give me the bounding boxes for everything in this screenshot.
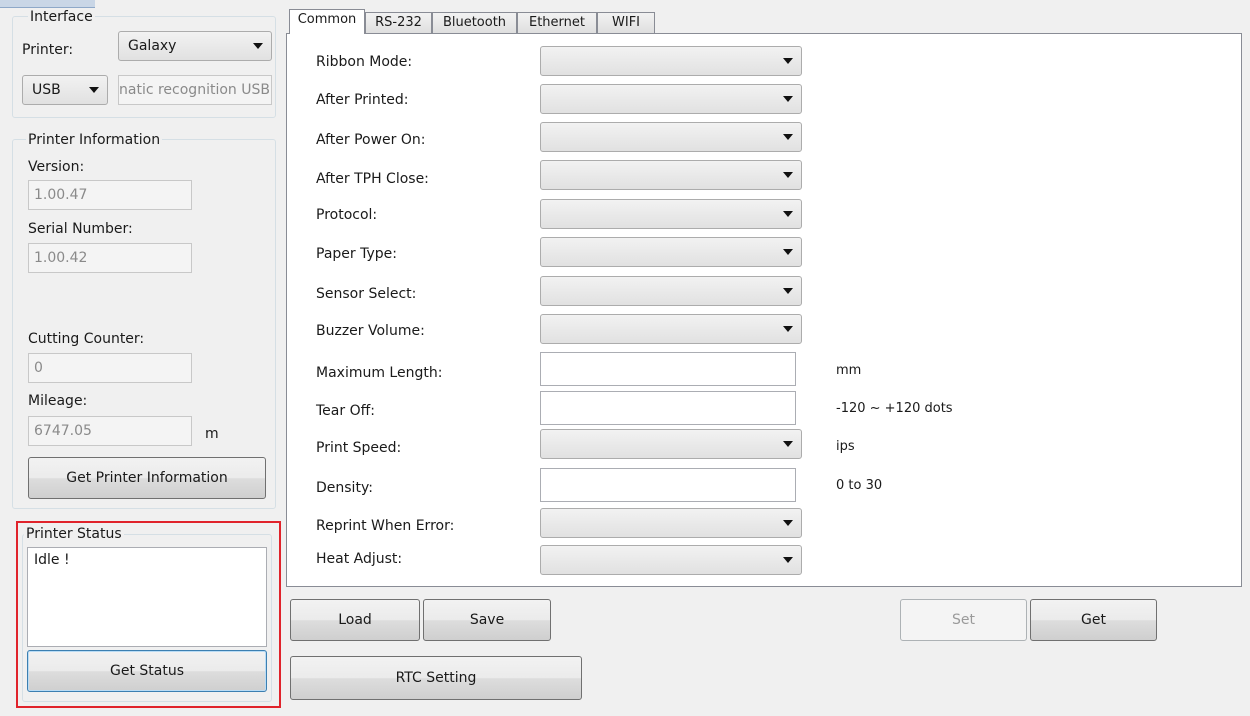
heat-adjust-select[interactable] <box>540 545 802 575</box>
mileage-field: 6747.05 <box>28 416 192 446</box>
mileage-label: Mileage: <box>28 393 88 409</box>
heat-adjust-label: Heat Adjust: <box>316 551 403 567</box>
tab-bluetooth[interactable]: Bluetooth <box>432 12 517 34</box>
tear-off-input[interactable] <box>540 391 796 425</box>
chevron-down-icon <box>783 134 793 140</box>
sensor-select-label: Sensor Select: <box>316 286 417 302</box>
after-power-on-select[interactable] <box>540 122 802 152</box>
chevron-down-icon <box>783 249 793 255</box>
reprint-when-error-select[interactable] <box>540 508 802 538</box>
after-tph-close-select[interactable] <box>540 160 802 190</box>
tab-rs232[interactable]: RS-232 <box>365 12 432 34</box>
maximum-length-label: Maximum Length: <box>316 365 443 381</box>
get-button[interactable]: Get <box>1030 599 1157 641</box>
after-power-on-label: After Power On: <box>316 132 426 148</box>
common-settings-panel <box>286 33 1242 587</box>
density-range: 0 to 30 <box>836 478 883 493</box>
chevron-down-icon <box>783 557 793 563</box>
print-speed-select[interactable] <box>540 429 802 459</box>
title-bar-strip <box>0 0 1250 8</box>
density-label: Density: <box>316 480 373 496</box>
chevron-down-icon <box>783 58 793 64</box>
port-value: USB <box>32 82 61 98</box>
after-printed-label: After Printed: <box>316 92 409 108</box>
get-printer-information-button[interactable]: Get Printer Information <box>28 457 266 499</box>
print-speed-label: Print Speed: <box>316 440 402 456</box>
load-button[interactable]: Load <box>290 599 420 641</box>
chevron-down-icon <box>783 520 793 526</box>
title-bar-accent <box>0 0 95 8</box>
chevron-down-icon <box>783 441 793 447</box>
ribbon-mode-label: Ribbon Mode: <box>316 54 413 70</box>
save-button[interactable]: Save <box>423 599 551 641</box>
maximum-length-unit: mm <box>836 363 862 378</box>
paper-type-select[interactable] <box>540 237 802 267</box>
serial-number-field: 1.00.42 <box>28 243 192 273</box>
set-button[interactable]: Set <box>900 599 1027 641</box>
tab-ethernet[interactable]: Ethernet <box>517 12 597 34</box>
printer-information-title: Printer Information <box>26 132 163 148</box>
serial-number-label: Serial Number: <box>28 221 133 237</box>
version-field: 1.00.47 <box>28 180 192 210</box>
after-printed-select[interactable] <box>540 84 802 114</box>
version-label: Version: <box>28 159 85 175</box>
ribbon-mode-select[interactable] <box>540 46 802 76</box>
chevron-down-icon <box>783 96 793 102</box>
density-input[interactable] <box>540 468 796 502</box>
printer-model-select[interactable]: Galaxy <box>118 31 272 61</box>
tear-off-label: Tear Off: <box>316 403 375 419</box>
printer-status-highlight <box>16 521 281 708</box>
printer-tool-window: Interface Printer: Galaxy USB natic reco… <box>0 0 1250 716</box>
port-select[interactable]: USB <box>22 75 108 105</box>
after-tph-close-label: After TPH Close: <box>316 171 429 187</box>
tab-common[interactable]: Common <box>289 9 365 34</box>
mileage-unit: m <box>205 426 219 442</box>
chevron-down-icon <box>89 87 99 93</box>
reprint-when-error-label: Reprint When Error: <box>316 518 455 534</box>
buzzer-volume-select[interactable] <box>540 314 802 344</box>
buzzer-volume-label: Buzzer Volume: <box>316 323 425 339</box>
paper-type-label: Paper Type: <box>316 246 397 262</box>
rtc-setting-button[interactable]: RTC Setting <box>290 656 582 700</box>
chevron-down-icon <box>783 172 793 178</box>
tab-wifi[interactable]: WIFI <box>597 12 655 34</box>
protocol-label: Protocol: <box>316 207 378 223</box>
chevron-down-icon <box>253 43 263 49</box>
chevron-down-icon <box>783 211 793 217</box>
print-speed-unit: ips <box>836 439 855 454</box>
chevron-down-icon <box>783 288 793 294</box>
sensor-select-select[interactable] <box>540 276 802 306</box>
cutting-counter-label: Cutting Counter: <box>28 331 145 347</box>
interface-group-title: Interface <box>28 9 95 25</box>
maximum-length-input[interactable] <box>540 352 796 386</box>
protocol-select[interactable] <box>540 199 802 229</box>
chevron-down-icon <box>783 326 793 332</box>
printer-model-value: Galaxy <box>128 38 177 54</box>
cutting-counter-field: 0 <box>28 353 192 383</box>
printer-label: Printer: <box>22 42 74 58</box>
tear-off-range: -120 ~ +120 dots <box>836 401 953 416</box>
port-recognition-field: natic recognition USB <box>118 75 272 105</box>
